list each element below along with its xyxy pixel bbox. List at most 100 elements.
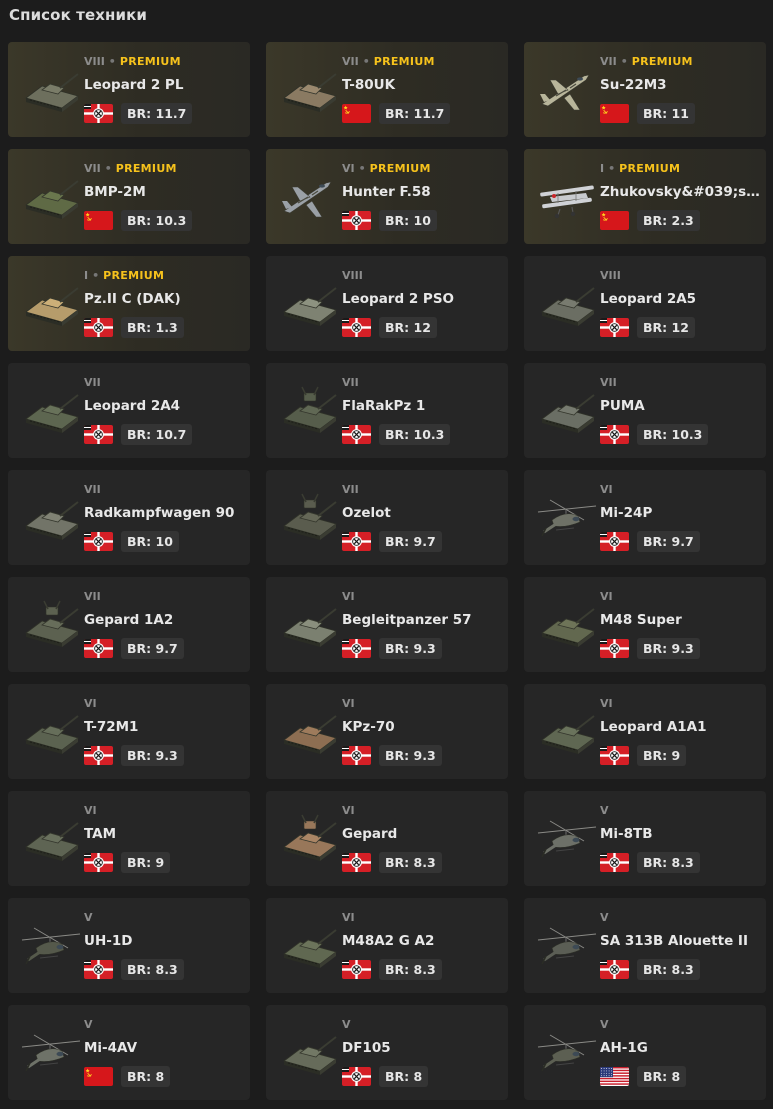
vehicle-card[interactable]: VII FlaRakPz 1 BR: 10.3 [266,363,508,458]
germany-flag-icon [84,853,113,872]
vehicle-card[interactable]: V AH-1G BR: 8 [524,1005,766,1100]
ussr-flag-icon [84,211,113,230]
vehicle-thumbnail [20,599,82,651]
vehicle-meta: VI • PREMIUM [342,162,431,175]
separator-dot-icon: • [358,162,366,175]
vehicle-card[interactable]: VI Gepard BR: 8.3 [266,791,508,886]
vehicle-meta: VII [600,376,617,389]
vehicle-tier: VI [342,911,355,924]
vehicle-card[interactable]: I • PREMIUM Pz.II C (DAK) BR: 1.3 [8,256,250,351]
vehicle-meta: VI [600,483,613,496]
battle-rating-badge: BR: 9.3 [637,638,700,659]
vehicle-name: Leopard 2 PL [84,77,184,93]
vehicle-tier: VI [84,697,97,710]
vehicle-card[interactable]: I • PREMIUM Zhukovsky&#039;s I-... BR: 2.3 [524,149,766,244]
germany-flag-icon [84,960,113,979]
vehicle-card[interactable]: VII Ozelot BR: 9.7 [266,470,508,565]
vehicle-name: Begleitpanzer 57 [342,612,472,628]
vehicle-card[interactable]: VI • PREMIUM Hunter F.58 BR: 10 [266,149,508,244]
vehicle-name: Radkampfwagen 90 [84,505,235,521]
vehicle-thumbnail [20,813,82,865]
vehicle-tier: V [342,1018,351,1031]
vehicle-meta: I • PREMIUM [84,269,164,282]
vehicle-card[interactable]: VIII • PREMIUM Leopard 2 PL BR: 11.7 [8,42,250,137]
battle-rating-badge: BR: 8 [637,1066,687,1087]
vehicle-card[interactable]: VI Leopard A1A1 BR: 9 [524,684,766,779]
germany-flag-icon [600,532,629,551]
vehicle-card[interactable]: VI M48 Super BR: 9.3 [524,577,766,672]
vehicle-card[interactable]: VI Begleitpanzer 57 BR: 9.3 [266,577,508,672]
battle-rating-badge: BR: 9.7 [379,531,442,552]
vehicle-card[interactable]: VII • PREMIUM T-80UK BR: 11.7 [266,42,508,137]
vehicle-card[interactable]: VI T-72M1 BR: 9.3 [8,684,250,779]
vehicle-card[interactable]: V Mi-4AV BR: 8 [8,1005,250,1100]
germany-flag-icon [84,425,113,444]
vehicle-tier: VI [600,590,613,603]
premium-badge: PREMIUM [369,162,431,175]
germany-flag-icon [84,746,113,765]
vehicle-tier: VII [342,55,359,68]
battle-rating-badge: BR: 8 [379,1066,429,1087]
vehicle-name: Hunter F.58 [342,184,431,200]
vehicle-name: Leopard 2 PSO [342,291,455,307]
vehicle-meta: VI [342,590,355,603]
vehicle-meta: VI [600,697,613,710]
vehicle-thumbnail [278,278,340,330]
vehicle-card[interactable]: VI Mi-24P BR: 9.7 [524,470,766,565]
battle-rating-badge: BR: 12 [379,317,437,338]
vehicle-card[interactable]: VII PUMA BR: 10.3 [524,363,766,458]
vehicle-card[interactable]: V Mi-8TB BR: 8.3 [524,791,766,886]
vehicle-thumbnail [278,706,340,758]
vehicle-meta: VI [342,804,355,817]
battle-rating-badge: BR: 8.3 [379,852,442,873]
germany-flag-icon [342,960,371,979]
vehicle-card[interactable]: V UH-1D BR: 8.3 [8,898,250,993]
vehicle-tier: VIII [342,269,363,282]
vehicle-card[interactable]: VII Gepard 1A2 BR: 9.7 [8,577,250,672]
separator-dot-icon: • [362,55,370,68]
vehicle-meta: V [600,804,609,817]
vehicle-card[interactable]: VI KPz-70 BR: 9.3 [266,684,508,779]
germany-flag-icon [84,639,113,658]
vehicle-tier: VII [600,55,617,68]
premium-badge: PREMIUM [631,55,693,68]
battle-rating-badge: BR: 11.7 [379,103,451,124]
vehicle-name: Pz.II C (DAK) [84,291,181,307]
battle-rating-badge: BR: 12 [637,317,695,338]
germany-flag-icon [84,104,113,123]
battle-rating-badge: BR: 8.3 [637,852,700,873]
vehicle-name: T-72M1 [84,719,139,735]
vehicle-meta: V [84,1018,93,1031]
germany-flag-icon [342,425,371,444]
vehicle-card[interactable]: VIII Leopard 2 PSO BR: 12 [266,256,508,351]
vehicle-meta: VI [342,911,355,924]
vehicle-tier: VII [342,376,359,389]
battle-rating-badge: BR: 11 [637,103,695,124]
vehicle-card[interactable]: VII • PREMIUM BMP-2M BR: 10.3 [8,149,250,244]
vehicle-card[interactable]: VIII Leopard 2A5 BR: 12 [524,256,766,351]
germany-flag-icon [342,211,371,230]
vehicle-meta: VII • PREMIUM [342,55,435,68]
vehicle-card[interactable]: VII Leopard 2A4 BR: 10.7 [8,363,250,458]
vehicle-name: Zhukovsky&#039;s I-... [600,184,762,200]
separator-dot-icon: • [620,55,628,68]
vehicle-card[interactable]: V SA 313B Alouette II BR: 8.3 [524,898,766,993]
battle-rating-badge: BR: 2.3 [637,210,700,231]
ussr-flag-icon [600,211,629,230]
vehicle-card[interactable]: VI TAM BR: 9 [8,791,250,886]
vehicle-card[interactable]: VII Radkampfwagen 90 BR: 10 [8,470,250,565]
vehicle-card[interactable]: VI M48A2 G A2 BR: 8.3 [266,898,508,993]
battle-rating-badge: BR: 11.7 [121,103,193,124]
battle-rating-badge: BR: 8.3 [637,959,700,980]
separator-dot-icon: • [104,162,112,175]
vehicle-card[interactable]: V DF105 BR: 8 [266,1005,508,1100]
vehicle-card[interactable]: VII • PREMIUM Su-22M3 BR: 11 [524,42,766,137]
vehicle-name: Su-22M3 [600,77,667,93]
vehicle-name: TAM [84,826,117,842]
germany-flag-icon [600,746,629,765]
vehicle-tier: VII [84,483,101,496]
separator-dot-icon: • [108,55,116,68]
premium-badge: PREMIUM [115,162,177,175]
battle-rating-badge: BR: 9.7 [637,531,700,552]
battle-rating-badge: BR: 8 [121,1066,171,1087]
